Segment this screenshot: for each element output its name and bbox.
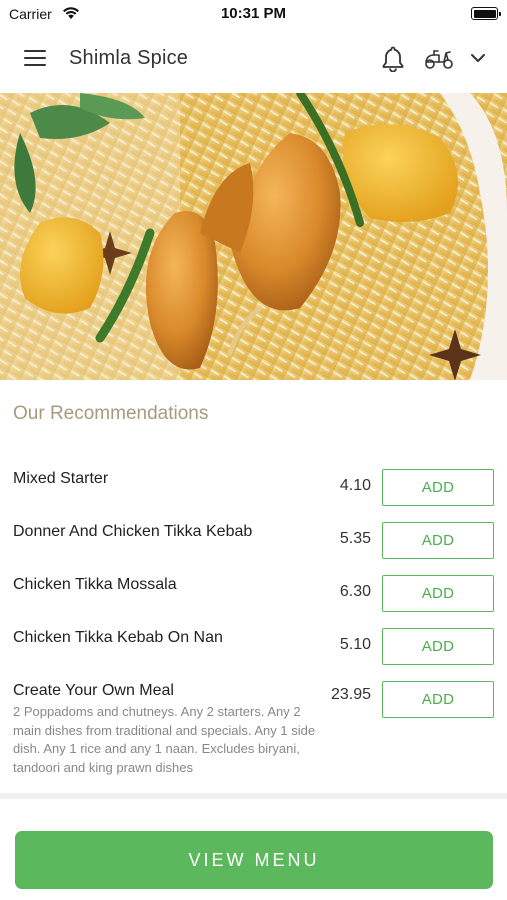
restaurant-name: Shimla Spice — [69, 47, 189, 69]
chevron-down-icon[interactable] — [470, 52, 486, 64]
item-name: Create Your Own Meal — [13, 682, 174, 699]
bell-icon[interactable] — [381, 45, 405, 72]
delivery-scooter-icon[interactable] — [424, 48, 454, 70]
add-button[interactable]: ADD — [382, 575, 494, 612]
menu-item: Chicken Tikka Mossala 6.30 ADD — [0, 568, 507, 621]
divider — [0, 793, 507, 799]
item-price: 4.10 — [339, 477, 371, 494]
add-button[interactable]: ADD — [382, 628, 494, 665]
menu-item: Chicken Tikka Kebab On Nan 5.10 ADD — [0, 621, 507, 674]
menu-item: Mixed Starter 4.10 ADD — [0, 462, 507, 515]
hero-food-image — [0, 93, 507, 380]
item-name: Mixed Starter — [13, 470, 109, 487]
item-price: 5.35 — [339, 530, 371, 547]
menu-item: Donner And Chicken Tikka Kebab 5.35 ADD — [0, 515, 507, 568]
status-bar: Carrier 10:31 PM — [0, 0, 507, 28]
item-name: Chicken Tikka Kebab On Nan — [13, 629, 223, 646]
add-button[interactable]: ADD — [382, 522, 494, 559]
item-price: 6.30 — [339, 583, 371, 600]
item-name: Chicken Tikka Mossala — [13, 576, 177, 593]
add-button[interactable]: ADD — [382, 681, 494, 718]
menu-item: Create Your Own Meal 2 Poppadoms and chu… — [0, 674, 507, 794]
item-price: 23.95 — [330, 686, 371, 703]
battery-icon — [471, 7, 501, 20]
item-price: 5.10 — [339, 636, 371, 653]
item-description: 2 Poppadoms and chutneys. Any 2 starters… — [13, 704, 316, 775]
recommendations-list: Mixed Starter 4.10 ADD Donner And Chicke… — [0, 462, 507, 794]
view-menu-button[interactable]: VIEW MENU — [15, 831, 493, 889]
hamburger-menu-icon[interactable] — [24, 50, 46, 68]
app-header: Shimla Spice — [0, 28, 507, 92]
item-name: Donner And Chicken Tikka Kebab — [13, 523, 253, 540]
add-button[interactable]: ADD — [382, 469, 494, 506]
clock: 10:31 PM — [220, 5, 287, 22]
recommendations-heading: Our Recommendations — [13, 403, 209, 424]
